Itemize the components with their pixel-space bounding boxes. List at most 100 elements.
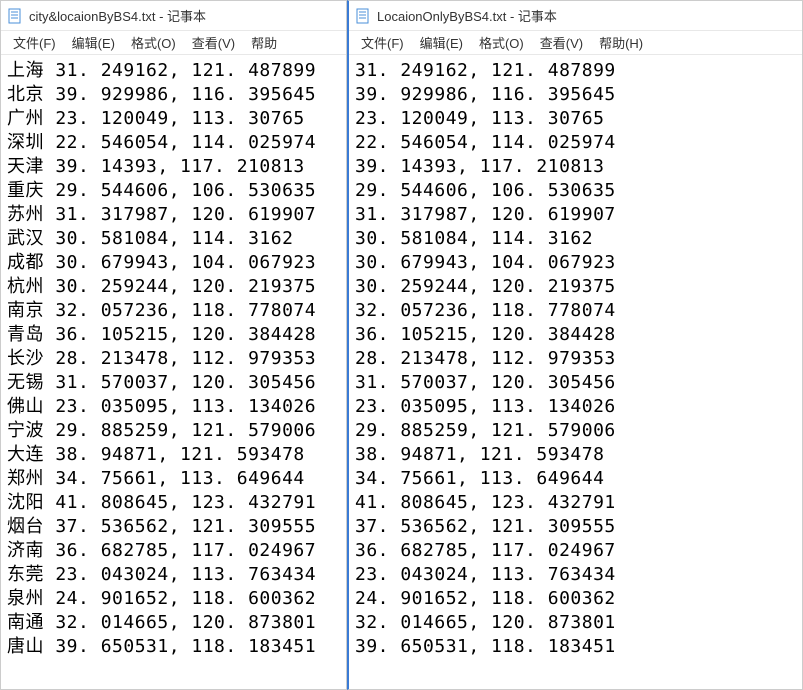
coords-text: 28. 213478, 112. 979353: [55, 348, 316, 369]
menu-item-right-4[interactable]: 帮助(H): [591, 31, 651, 54]
coords-text: 24. 901652, 118. 600362: [55, 588, 316, 609]
city-name: 重庆: [7, 180, 44, 201]
text-line: 36. 105215, 120. 384428: [355, 323, 796, 347]
city-name: 南通: [7, 612, 44, 633]
text-line: 37. 536562, 121. 309555: [355, 515, 796, 539]
window-title-right: LocaionOnlyByBS4.txt - 记事本: [377, 6, 557, 25]
menu-item-left-3[interactable]: 查看(V): [184, 31, 243, 54]
text-line: 38. 94871, 121. 593478: [355, 443, 796, 467]
city-name: 济南: [7, 540, 44, 561]
coords-text: 30. 259244, 120. 219375: [55, 276, 316, 297]
text-line: 青岛 36. 105215, 120. 384428: [7, 323, 340, 347]
notepad-icon: [355, 8, 371, 24]
text-line: 28. 213478, 112. 979353: [355, 347, 796, 371]
text-content-left[interactable]: 上海 31. 249162, 121. 487899北京 39. 929986,…: [1, 55, 346, 689]
city-name: 泉州: [7, 588, 44, 609]
text-line: 宁波 29. 885259, 121. 579006: [7, 419, 340, 443]
menubar-right: 文件(F)编辑(E)格式(O)查看(V)帮助(H): [349, 31, 802, 55]
text-line: 大连 38. 94871, 121. 593478: [7, 443, 340, 467]
city-name: 佛山: [7, 396, 44, 417]
text-line: 唐山 39. 650531, 118. 183451: [7, 635, 340, 659]
coords-text: 31. 570037, 120. 305456: [55, 372, 316, 393]
menu-item-right-1[interactable]: 编辑(E): [412, 31, 471, 54]
text-line: 无锡 31. 570037, 120. 305456: [7, 371, 340, 395]
coords-text: 37. 536562, 121. 309555: [55, 516, 316, 537]
text-line: 东莞 23. 043024, 113. 763434: [7, 563, 340, 587]
coords-text: 23. 035095, 113. 134026: [55, 396, 316, 417]
text-line: 22. 546054, 114. 025974: [355, 131, 796, 155]
city-name: 烟台: [7, 516, 44, 537]
city-name: 成都: [7, 252, 44, 273]
city-name: 深圳: [7, 132, 44, 153]
text-line: 31. 249162, 121. 487899: [355, 59, 796, 83]
text-line: 36. 682785, 117. 024967: [355, 539, 796, 563]
coords-text: 39. 929986, 116. 395645: [55, 84, 316, 105]
text-line: 23. 043024, 113. 763434: [355, 563, 796, 587]
window-title-left: city&locaionByBS4.txt - 记事本: [29, 6, 206, 25]
text-line: 重庆 29. 544606, 106. 530635: [7, 179, 340, 203]
notepad-window-left: city&locaionByBS4.txt - 记事本 文件(F)编辑(E)格式…: [0, 0, 347, 690]
text-line: 30. 259244, 120. 219375: [355, 275, 796, 299]
text-line: 30. 679943, 104. 067923: [355, 251, 796, 275]
city-name: 北京: [7, 84, 44, 105]
text-line: 39. 929986, 116. 395645: [355, 83, 796, 107]
text-line: 39. 14393, 117. 210813: [355, 155, 796, 179]
coords-text: 30. 581084, 114. 3162: [55, 228, 293, 249]
city-name: 大连: [7, 444, 44, 465]
city-name: 郑州: [7, 468, 44, 489]
menu-item-left-0[interactable]: 文件(F): [5, 31, 64, 54]
coords-text: 23. 043024, 113. 763434: [55, 564, 316, 585]
coords-text: 29. 544606, 106. 530635: [55, 180, 316, 201]
text-line: 23. 035095, 113. 134026: [355, 395, 796, 419]
coords-text: 30. 679943, 104. 067923: [55, 252, 316, 273]
text-line: 29. 544606, 106. 530635: [355, 179, 796, 203]
city-name: 青岛: [7, 324, 44, 345]
city-name: 杭州: [7, 276, 44, 297]
coords-text: 36. 105215, 120. 384428: [55, 324, 316, 345]
notepad-icon: [7, 8, 23, 24]
notepad-window-right: LocaionOnlyByBS4.txt - 记事本 文件(F)编辑(E)格式(…: [347, 0, 803, 690]
city-name: 南京: [7, 300, 44, 321]
text-line: 上海 31. 249162, 121. 487899: [7, 59, 340, 83]
coords-text: 39. 650531, 118. 183451: [55, 636, 316, 657]
menu-item-right-2[interactable]: 格式(O): [471, 31, 532, 54]
coords-text: 32. 057236, 118. 778074: [55, 300, 316, 321]
text-content-right[interactable]: 31. 249162, 121. 48789939. 929986, 116. …: [349, 55, 802, 689]
menu-item-left-1[interactable]: 编辑(E): [64, 31, 123, 54]
text-line: 广州 23. 120049, 113. 30765: [7, 107, 340, 131]
coords-text: 39. 14393, 117. 210813: [55, 156, 304, 177]
text-line: 41. 808645, 123. 432791: [355, 491, 796, 515]
city-name: 宁波: [7, 420, 44, 441]
text-line: 成都 30. 679943, 104. 067923: [7, 251, 340, 275]
menu-item-left-2[interactable]: 格式(O): [123, 31, 184, 54]
city-name: 天津: [7, 156, 44, 177]
text-line: 30. 581084, 114. 3162: [355, 227, 796, 251]
text-line: 深圳 22. 546054, 114. 025974: [7, 131, 340, 155]
menu-item-right-0[interactable]: 文件(F): [353, 31, 412, 54]
text-line: 济南 36. 682785, 117. 024967: [7, 539, 340, 563]
text-line: 南京 32. 057236, 118. 778074: [7, 299, 340, 323]
text-line: 苏州 31. 317987, 120. 619907: [7, 203, 340, 227]
menu-item-left-4[interactable]: 帮助: [243, 31, 285, 54]
text-line: 泉州 24. 901652, 118. 600362: [7, 587, 340, 611]
text-line: 佛山 23. 035095, 113. 134026: [7, 395, 340, 419]
city-name: 东莞: [7, 564, 44, 585]
city-name: 苏州: [7, 204, 44, 225]
titlebar-left[interactable]: city&locaionByBS4.txt - 记事本: [1, 1, 346, 31]
text-line: 郑州 34. 75661, 113. 649644: [7, 467, 340, 491]
coords-text: 31. 317987, 120. 619907: [55, 204, 316, 225]
titlebar-right[interactable]: LocaionOnlyByBS4.txt - 记事本: [349, 1, 802, 31]
menu-item-right-3[interactable]: 查看(V): [532, 31, 591, 54]
text-line: 32. 014665, 120. 873801: [355, 611, 796, 635]
text-line: 24. 901652, 118. 600362: [355, 587, 796, 611]
city-name: 长沙: [7, 348, 44, 369]
text-line: 31. 317987, 120. 619907: [355, 203, 796, 227]
menubar-left: 文件(F)编辑(E)格式(O)查看(V)帮助: [1, 31, 346, 55]
city-name: 唐山: [7, 636, 44, 657]
coords-text: 31. 249162, 121. 487899: [55, 60, 316, 81]
text-line: 32. 057236, 118. 778074: [355, 299, 796, 323]
text-line: 34. 75661, 113. 649644: [355, 467, 796, 491]
text-line: 天津 39. 14393, 117. 210813: [7, 155, 340, 179]
text-line: 29. 885259, 121. 579006: [355, 419, 796, 443]
city-name: 武汉: [7, 228, 44, 249]
